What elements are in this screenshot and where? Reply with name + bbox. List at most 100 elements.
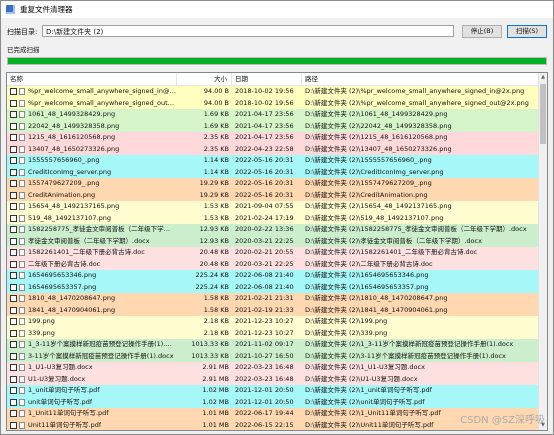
row-checkbox[interactable] [10, 157, 17, 165]
file-date: 2021-02-21 21:31 [235, 294, 294, 302]
vertical-scrollbar[interactable]: ▲ ▼ [538, 73, 547, 430]
table-row[interactable]: 22042_48_1499328358.png 1.69 KB 2021-04-17… [7, 120, 539, 132]
row-checkbox[interactable] [10, 306, 17, 314]
file-name: 339.png [28, 328, 55, 337]
row-checkbox[interactable] [10, 421, 17, 429]
file-date: 2021-04-17 23:56 [235, 133, 294, 141]
file-path: D:\新建文件夹 (2)\1810_48_1470208647.png [305, 294, 448, 302]
row-checkbox[interactable] [10, 145, 17, 153]
table-row[interactable]: 1841_48_1470904061.png 1.58 KB 2021-02-19 … [7, 304, 539, 316]
table-row[interactable]: 199.png 2.18 KB 2021-12-23 10:27 D:\新建文件夹 (… [7, 316, 539, 328]
table-row[interactable]: %pr_welcome_small_anywhere_signed_in@2x.… [7, 86, 539, 98]
table-row[interactable]: 519_48_1492137107.png 1.53 KB 2021-02-24 1… [7, 212, 539, 224]
file-date: 2020-02-22 13:36 [235, 225, 294, 233]
table-row[interactable]: 339.png 2.18 KB 2021-12-23 10:27 D:\新建文件夹 (… [7, 327, 539, 339]
app-window: 重复文件清理器 扫描目录: D:\新建文件夹 (2) 停止(B) 扫描(S) 已… [0, 0, 554, 435]
column-header-path[interactable]: 路径 [302, 73, 539, 85]
table-row[interactable]: 3-11岁个案摸样新冠疫苗预登记操作手册(1).docx 1013.33 KB 20… [7, 350, 539, 362]
file-size: 1.69 KB [203, 110, 229, 118]
file-date: 2020-03-21 22:25 [235, 259, 294, 268]
table-row[interactable]: 1582258775_孝徒金文审阅普板（二年级下学期）.docx 12.93 KB… [7, 224, 539, 236]
row-checkbox[interactable] [10, 364, 17, 372]
row-checkbox[interactable] [10, 260, 17, 268]
row-checkbox[interactable] [10, 180, 17, 188]
row-checkbox[interactable] [10, 226, 17, 234]
file-size: 2.35 KB [203, 133, 229, 141]
row-checkbox[interactable] [10, 134, 17, 142]
table-row[interactable]: 1_unit单词句子听写.pdf 1.02 MB 2021-12-01 20:50 D… [7, 385, 539, 397]
table-row[interactable]: 1582261401_二年级下册必背古诗.doc 20.48 KB 2020-02-… [7, 247, 539, 259]
row-checkbox[interactable] [10, 191, 17, 199]
row-checkbox[interactable] [10, 203, 17, 211]
row-checkbox[interactable] [10, 295, 17, 303]
file-size: 2.18 KB [203, 317, 229, 325]
table-row[interactable]: 1_3-11岁个案摸样新冠疫苗预登记操作手册(1).docx 1013.33 KB… [7, 339, 539, 351]
file-name: 1061_48_1499328429.png [28, 110, 116, 118]
row-checkbox[interactable] [10, 272, 17, 280]
table-row[interactable]: 二年级下册必背古诗.doc 20.48 KB 2020-03-21 22:25 D:\… [7, 258, 539, 270]
scrollbar-thumb[interactable] [540, 84, 546, 144]
table-row[interactable]: U1-U3复习题.docx 2.91 MB 2022-03-23 16:48 D:\新… [7, 373, 539, 385]
table-row[interactable]: CreditIconImg_server.png 1.14 KB 2022-05-1… [7, 166, 539, 178]
table-row[interactable]: CreditAnimation.png 19.29 KB 2022-05-16 20… [7, 189, 539, 201]
row-checkbox[interactable] [10, 111, 17, 119]
table-row[interactable]: 1061_48_1499328429.png 1.69 KB 2021-04-17 … [7, 109, 539, 121]
stop-button[interactable]: 停止(B) [462, 25, 502, 38]
row-checkbox[interactable] [10, 88, 17, 96]
table-row[interactable]: 13407_48_1650273326.png 2.35 KB 2022-04-23… [7, 143, 539, 155]
row-checkbox[interactable] [10, 352, 17, 360]
file-icon [19, 237, 25, 245]
row-checkbox[interactable] [10, 375, 17, 383]
file-name: 1_unit单词句子听写.pdf [28, 386, 100, 394]
row-checkbox[interactable] [10, 329, 17, 337]
file-name: 1555557656960_.png [28, 156, 100, 164]
file-path: D:\新建文件夹 (2)\1841_48_1470904061.png [305, 305, 448, 314]
table-row[interactable]: 1555557656960_.png 1.14 KB 2022-05-16 20:3… [7, 155, 539, 167]
column-header-size[interactable]: 大小 [177, 73, 232, 85]
row-checkbox[interactable] [10, 237, 17, 245]
row-checkbox[interactable] [10, 168, 17, 176]
row-checkbox[interactable] [10, 99, 17, 107]
file-icon [19, 421, 25, 429]
file-icon [19, 88, 25, 96]
file-name: %pr_welcome_small_anywhere_signed_in@2x.… [28, 87, 176, 95]
row-checkbox[interactable] [10, 387, 17, 395]
table-row[interactable]: 孝徒金文审阅普板（二年级下学期）.docx 12.93 KB 2020-03-21 … [7, 235, 539, 247]
table-row[interactable]: %pr_welcome_small_anywhere_signed_out@2x… [7, 97, 539, 109]
row-checkbox[interactable] [10, 410, 17, 418]
file-name: Unit11单词句子听写.pdf [28, 420, 102, 429]
row-checkbox[interactable] [10, 283, 17, 291]
file-name: unit单词句子听写.pdf [28, 397, 93, 406]
file-path: D:\新建文件夹 (2)\1215_48_1616120568.png [305, 133, 448, 141]
file-date: 2021-12-23 10:27 [235, 317, 294, 325]
file-path: D:\新建文件夹 (2)\%pr_welcome_small_anywhere_… [305, 87, 525, 95]
scan-dir-input[interactable]: D:\新建文件夹 (2) [42, 25, 454, 37]
table-row[interactable]: 1_U1-U3复习题.docx 2.91 MB 2022-03-23 16:48 D:… [7, 362, 539, 374]
file-icon [19, 306, 25, 314]
file-path: D:\新建文件夹 (2)\孝徒金文审阅普板（二年级下学期）.docx [305, 236, 482, 245]
table-row[interactable]: 1810_48_1470208647.png 1.58 KB 2021-02-21 … [7, 293, 539, 305]
file-date: 2022-06-15 22:15 [235, 420, 294, 429]
file-name-cell: 1_unit单词句子听写.pdf [10, 385, 176, 397]
row-checkbox[interactable] [10, 398, 17, 406]
scan-button[interactable]: 扫描(S) [507, 25, 547, 38]
row-checkbox[interactable] [10, 122, 17, 130]
column-header-name[interactable]: 名称 [7, 73, 177, 85]
table-row[interactable]: unit单词句子听写.pdf 1.02 MB 2021-12-01 20:50 D:\… [7, 396, 539, 408]
column-header-date[interactable]: 日期 [232, 73, 302, 85]
file-icon [19, 111, 25, 119]
file-list[interactable]: 名称 大小 日期 路径 %pr_welcome_small_anywhere_s… [6, 72, 548, 431]
scroll-up-arrow-icon[interactable]: ▲ [539, 73, 547, 82]
table-row[interactable]: 15654_48_1492137165.png 1.53 KB 2021-09-04… [7, 201, 539, 213]
row-checkbox[interactable] [10, 249, 17, 257]
file-path: D:\新建文件夹 (2)\22042_48_1499328358.png [305, 121, 452, 130]
table-row[interactable]: 1654695653346.png 225.24 KB 2022-06-08 21:… [7, 270, 539, 282]
row-checkbox[interactable] [10, 214, 17, 222]
status-text: 已完成扫描 [7, 46, 40, 54]
table-row[interactable]: 1654695653357.png 225.24 KB 2022-06-08 21:… [7, 281, 539, 293]
file-size: 20.48 KB [199, 259, 229, 268]
row-checkbox[interactable] [10, 341, 17, 349]
table-row[interactable]: 1557479627209_.png 19.29 KB 2022-05-16 20:… [7, 178, 539, 190]
table-row[interactable]: 1215_48_1616120568.png 2.35 KB 2021-04-17 … [7, 132, 539, 144]
row-checkbox[interactable] [10, 318, 17, 326]
